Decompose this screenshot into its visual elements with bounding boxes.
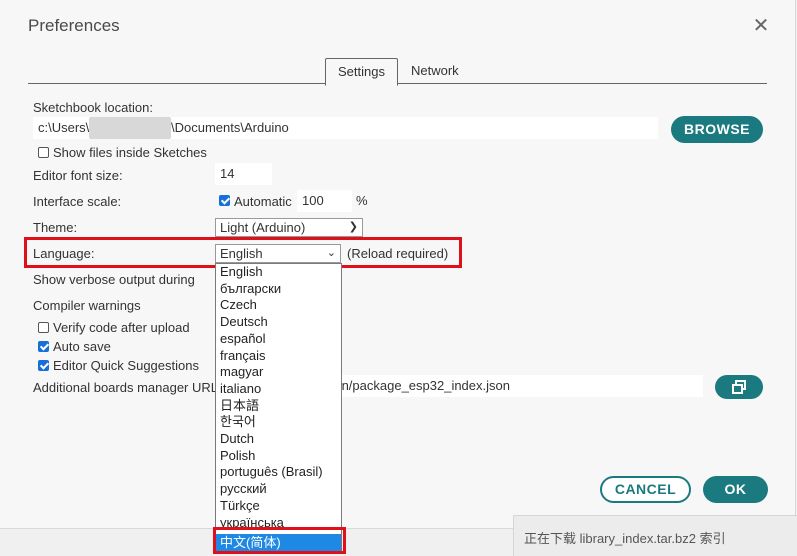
notification-text: 正在下载 library_index.tar.bz2 索引 xyxy=(524,531,726,546)
language-option[interactable]: Türkçe xyxy=(216,497,341,514)
sketchbook-location-label: Sketchbook location: xyxy=(33,100,153,115)
verbose-output-label: Show verbose output during xyxy=(33,272,195,287)
tab-network[interactable]: Network xyxy=(399,58,471,84)
language-option[interactable]: português (Brasil) xyxy=(216,463,341,480)
cancel-button[interactable]: CANCEL xyxy=(600,476,691,503)
open-url-editor-button[interactable] xyxy=(715,375,763,399)
language-option[interactable]: Dutch xyxy=(216,430,341,447)
font-size-input[interactable]: 14 xyxy=(215,163,272,185)
automatic-label: Automatic xyxy=(234,194,292,209)
quick-suggestions-label: Editor Quick Suggestions xyxy=(53,358,199,373)
boards-url-input[interactable]: no.cn/package_esp32_index.json xyxy=(312,375,703,397)
language-option[interactable]: Czech xyxy=(216,296,341,313)
language-value: English xyxy=(220,246,263,261)
language-option[interactable]: 中文(简体) xyxy=(216,534,341,551)
redacted-username: jason7788912 xyxy=(89,117,171,139)
language-option[interactable]: español xyxy=(216,330,341,347)
scale-input[interactable]: 100 xyxy=(297,190,352,212)
language-option[interactable]: English xyxy=(216,264,341,280)
autosave-checkbox[interactable] xyxy=(38,341,49,352)
theme-label: Theme: xyxy=(33,220,78,235)
chevron-down-icon: ⌄ xyxy=(326,247,336,259)
quick-suggestions-checkbox[interactable] xyxy=(38,360,49,371)
preferences-dialog: Preferences ✕ Settings Network Sketchboo… xyxy=(0,0,796,529)
autosave-label: Auto save xyxy=(53,339,111,354)
verify-checkbox[interactable] xyxy=(38,322,49,333)
language-option[interactable]: magyar xyxy=(216,363,341,380)
interface-scale-label: Interface scale: xyxy=(33,194,122,209)
download-notification: 正在下载 library_index.tar.bz2 索引 xyxy=(513,515,797,556)
language-option[interactable]: 한국어 xyxy=(216,413,341,430)
language-select[interactable]: English ⌄ xyxy=(215,244,341,263)
dialog-title: Preferences xyxy=(28,16,120,35)
language-option[interactable]: italiano xyxy=(216,380,341,397)
language-option[interactable]: русский xyxy=(216,480,341,497)
show-files-checkbox[interactable] xyxy=(38,147,49,158)
language-dropdown-list: English български Czech Deutsch español franç… xyxy=(215,263,342,554)
tab-settings[interactable]: Settings xyxy=(325,58,398,86)
ok-button[interactable]: OK xyxy=(703,476,768,503)
compiler-warnings-label: Compiler warnings xyxy=(33,298,141,313)
language-option[interactable]: français xyxy=(216,347,341,364)
show-files-label: Show files inside Sketches xyxy=(53,145,207,160)
language-option[interactable]: 日本語 xyxy=(216,397,341,414)
language-option[interactable]: Deutsch xyxy=(216,313,341,330)
automatic-checkbox[interactable] xyxy=(219,195,230,206)
theme-value: Light (Arduino) xyxy=(220,220,306,235)
language-option[interactable]: Polish xyxy=(216,447,341,464)
sketchbook-path-suffix: \Documents\Arduino xyxy=(171,120,289,135)
close-icon[interactable]: ✕ xyxy=(750,16,772,38)
language-option[interactable]: български xyxy=(216,280,341,297)
browse-button[interactable]: BROWSE xyxy=(671,116,763,143)
copy-icon xyxy=(732,380,746,394)
theme-select[interactable]: Light (Arduino) ❯ xyxy=(215,218,363,237)
language-option[interactable]: українська xyxy=(216,514,341,531)
sketchbook-path-input[interactable]: c:\Users\jason7788912\Documents\Arduino xyxy=(33,117,658,139)
boards-url-label: Additional boards manager URL xyxy=(33,380,218,395)
percent-label: % xyxy=(356,193,368,208)
sketchbook-path-prefix: c:\Users\ xyxy=(38,120,90,135)
chevron-down-icon: ❯ xyxy=(348,221,358,233)
reload-required-label: (Reload required) xyxy=(347,246,449,261)
verify-label: Verify code after upload xyxy=(53,320,190,335)
language-label: Language: xyxy=(33,246,95,261)
editor-font-size-label: Editor font size: xyxy=(33,168,123,183)
